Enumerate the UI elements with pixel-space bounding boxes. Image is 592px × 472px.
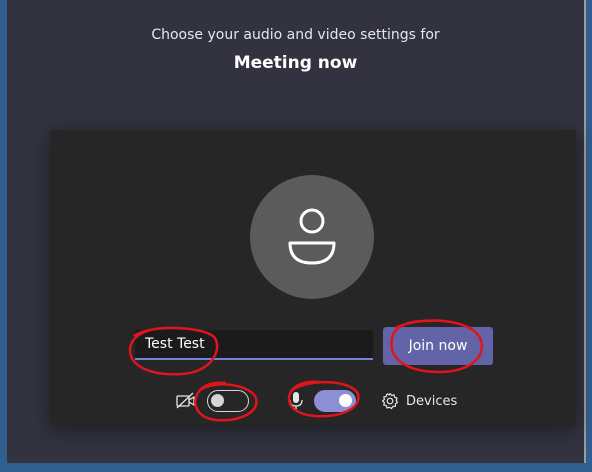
video-preview-card: Join now Devices (50, 130, 576, 426)
camera-toggle[interactable] (207, 390, 249, 412)
avatar (250, 175, 374, 299)
prejoin-screen: Choose your audio and video settings for… (7, 0, 586, 463)
microphone-toggle-knob (339, 394, 352, 407)
microphone-toggle[interactable] (314, 390, 356, 412)
meeting-title: Meeting now (233, 53, 358, 73)
name-input[interactable] (135, 330, 373, 360)
join-now-button[interactable]: Join now (383, 327, 493, 365)
page-subtitle: Choose your audio and video settings for (151, 27, 440, 43)
person-icon (288, 208, 336, 265)
gear-icon (381, 392, 399, 410)
camera-toggle-knob (211, 394, 224, 407)
devices-button[interactable]: Devices (381, 390, 457, 412)
devices-label: Devices (406, 393, 458, 409)
microphone-icon[interactable] (287, 391, 305, 411)
camera-off-icon[interactable] (175, 392, 197, 410)
